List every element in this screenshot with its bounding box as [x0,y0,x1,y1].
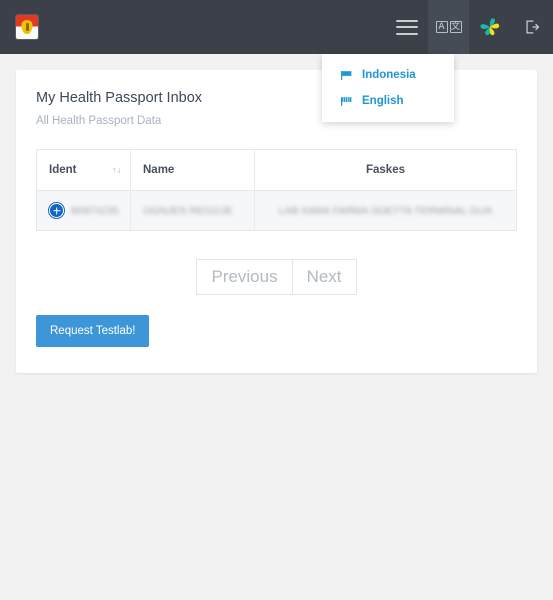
brand[interactable] [0,0,38,54]
language-option-indonesia[interactable]: Indonesia [322,62,454,88]
column-header-name-label: Name [143,164,175,176]
table-head: Ident ↑↓ Name Faskes [36,149,517,191]
flag-icon [341,70,352,80]
clover-logo-icon [480,18,500,36]
language-option-label: English [362,95,404,107]
language-option-label: Indonesia [362,69,416,81]
top-navbar: A 文 Indonesia English [0,0,553,122]
inbox-card: My Health Passport Inbox All Health Pass… [16,70,537,373]
request-testlab-button[interactable]: Request Testlab! [36,315,150,347]
translate-icon-letter-cjk: 文 [449,21,462,33]
table-body: B0974235 OGNJEN REGOJE LAB KIMIA FARMA S… [36,190,517,231]
table-header-row: Ident ↑↓ Name Faskes [36,149,517,191]
column-header-faskes-label: Faskes [365,164,405,176]
pagination: Previous Next [36,259,517,295]
cell-faskes-value: LAB KIMIA FARMA SOETTA TERMINAL DUA [278,204,493,217]
table-row[interactable]: B0974235 OGNJEN REGOJE LAB KIMIA FARMA S… [36,190,517,231]
column-header-ident-label: Ident [49,164,77,176]
language-switcher-button[interactable]: A 文 [428,0,469,54]
column-header-name[interactable]: Name [130,149,255,191]
logout-button[interactable] [511,0,553,54]
column-header-ident[interactable]: Ident ↑↓ [36,149,131,191]
cell-name: OGNJEN REGOJE [130,190,255,231]
flag-icon [341,96,352,106]
hamburger-icon [396,19,418,35]
sort-arrows-icon[interactable]: ↑↓ [112,166,122,175]
logout-icon [526,20,540,34]
language-dropdown-menu: Indonesia English [322,54,454,122]
cell-name-value: OGNJEN REGOJE [143,204,233,217]
menu-toggle-button[interactable] [386,0,428,54]
cell-faskes: LAB KIMIA FARMA SOETTA TERMINAL DUA [254,190,517,231]
page-content: My Health Passport Inbox All Health Pass… [0,54,553,389]
cell-ident-value: B0974235 [71,204,119,217]
translate-icon-letter-a: A [435,21,448,33]
crest-shape [21,20,33,34]
cell-ident: B0974235 [36,190,131,231]
navbar-actions: A 文 [386,0,553,54]
language-option-english[interactable]: English [322,88,454,114]
health-passport-table: Ident ↑↓ Name Faskes B0974235 OGNJEN REG… [36,149,517,231]
health-ministry-logo-icon [16,15,38,39]
previous-page-button[interactable]: Previous [196,259,293,295]
column-header-faskes[interactable]: Faskes [254,149,517,191]
translate-icon: A 文 [435,21,462,33]
next-page-button[interactable]: Next [292,259,357,295]
app-logo-button[interactable] [469,0,511,54]
expand-row-button[interactable] [49,203,64,218]
